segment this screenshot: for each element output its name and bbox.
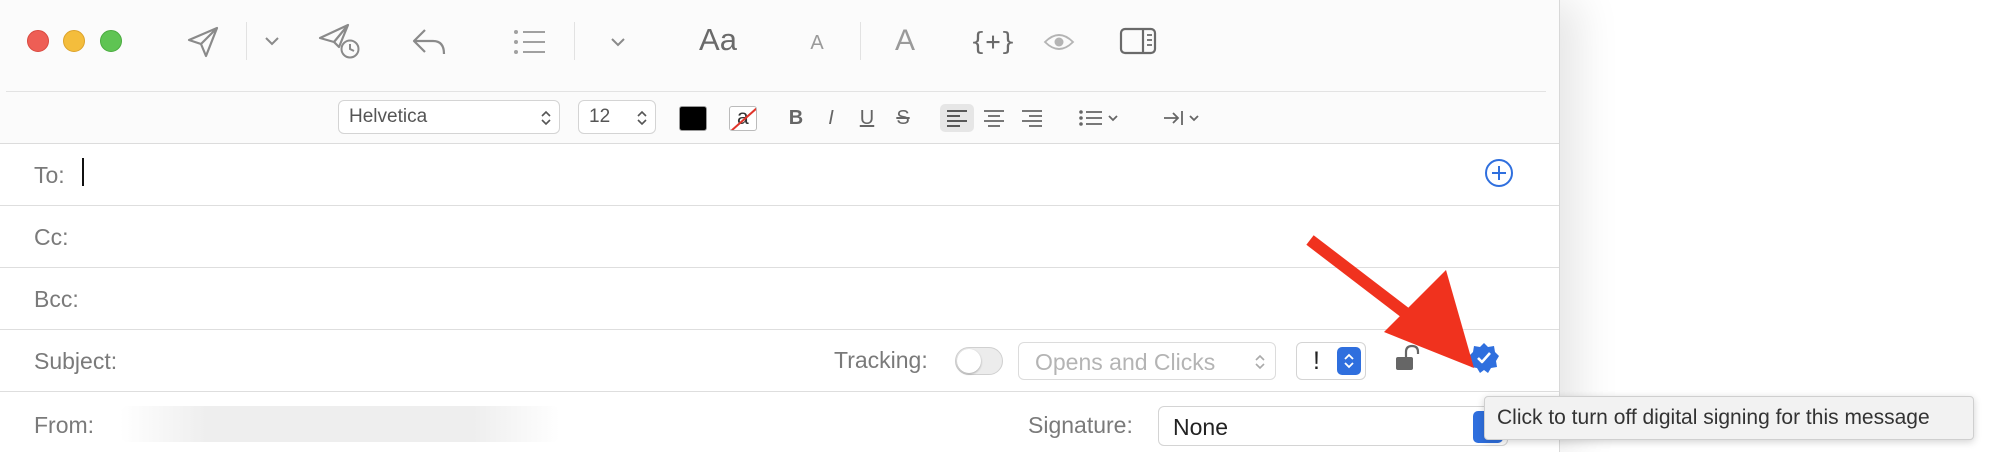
align-center-icon [984,110,1004,127]
reply-button[interactable] [408,22,450,62]
insert-field-icon: {+} [970,26,1016,56]
reply-icon [412,29,446,55]
tracking-toggle[interactable] [955,347,1003,375]
align-left-icon [947,110,967,127]
signature-value: None [1173,414,1228,440]
stepper-icon [541,110,551,126]
sidebar-toggle-button[interactable] [1118,24,1158,58]
preview-button[interactable] [1040,28,1078,56]
to-label: To: [34,162,65,188]
strikethrough-button[interactable]: S [890,104,916,132]
signature-label: Signature: [1028,412,1133,438]
font-panel-button[interactable]: Aa [692,18,744,62]
font-size-popup[interactable]: 12 [578,100,656,134]
tracking-mode-value: Opens and Clicks [1035,349,1216,375]
no-color-slash-icon [730,107,756,130]
add-contact-icon [1485,159,1513,187]
font-size-value: 12 [589,106,611,127]
bcc-field[interactable] [90,278,1490,320]
subject-label: Subject: [34,348,118,374]
from-row: From: Signature: None [0,392,1559,452]
background-color-swatch[interactable]: a [729,106,757,131]
add-contact-button[interactable] [1484,158,1514,188]
strikethrough-label: S [896,106,910,129]
cc-field[interactable] [76,216,1496,258]
bullet-list-button[interactable] [508,22,552,62]
tooltip-text: Click to turn off digital signing for th… [1497,406,1930,429]
stepper-icon [637,110,647,126]
bigger-font-button[interactable]: A [888,20,922,62]
align-center-button[interactable] [978,104,1010,132]
toolbar-separator [574,22,575,60]
chevron-down-icon [611,38,625,47]
italic-label: I [828,106,834,129]
close-window-button[interactable] [27,30,49,52]
stepper-icon [1255,354,1265,370]
bigger-font-icon: A [894,24,915,57]
chevron-down-icon [265,37,279,46]
insert-field-button[interactable]: {+} [970,22,1016,60]
align-left-button[interactable] [940,104,974,132]
to-field[interactable] [76,154,1456,196]
bcc-label: Bcc: [34,286,79,312]
sidebar-icon [1119,27,1157,55]
bullet-list-icon [514,30,545,54]
underline-button[interactable]: U [854,104,880,132]
font-panel-icon: Aa [699,22,737,57]
send-later-button[interactable] [316,20,366,62]
to-row: To: [0,144,1559,206]
subject-field[interactable] [140,340,820,382]
preview-eye-icon [1043,34,1075,50]
underline-label: U [859,106,875,129]
list-style-button[interactable] [1076,104,1124,132]
annotation-arrow [1306,235,1474,368]
format-bar: Helvetica 12 a B I U S [0,92,1559,144]
font-family-value: Helvetica [349,106,428,127]
toggle-knob [957,349,981,373]
from-label: From: [34,412,95,438]
toolbar-separator [860,22,861,60]
indent-icon [1164,111,1199,125]
list-options-button[interactable] [606,30,630,54]
italic-button[interactable]: I [818,104,844,132]
tracking-label: Tracking: [834,347,928,373]
smaller-font-button[interactable]: A [804,28,830,58]
from-popup[interactable] [120,406,560,442]
text-color-swatch[interactable] [679,106,707,131]
signature-popup[interactable]: None [1158,406,1508,446]
signing-tooltip: Click to turn off digital signing for th… [1484,396,1974,440]
send-later-icon [318,23,360,59]
bold-label: B [788,106,804,129]
align-right-button[interactable] [1016,104,1048,132]
cc-label: Cc: [34,224,69,250]
align-right-icon [1022,110,1042,127]
bold-button[interactable]: B [782,104,810,132]
indent-button[interactable] [1160,104,1206,132]
toolbar: Aa A A {+} [0,0,1559,92]
smaller-font-icon: A [810,31,824,54]
bullet-list-icon [1079,110,1118,126]
paper-plane-icon [187,26,219,58]
zoom-window-button[interactable] [100,30,122,52]
send-button[interactable] [180,22,226,62]
minimize-window-button[interactable] [63,30,85,52]
tracking-mode-popup[interactable]: Opens and Clicks [1018,342,1276,380]
send-options-button[interactable] [260,28,284,54]
text-cursor [82,158,84,186]
font-family-popup[interactable]: Helvetica [338,100,560,134]
toolbar-separator [246,22,247,60]
